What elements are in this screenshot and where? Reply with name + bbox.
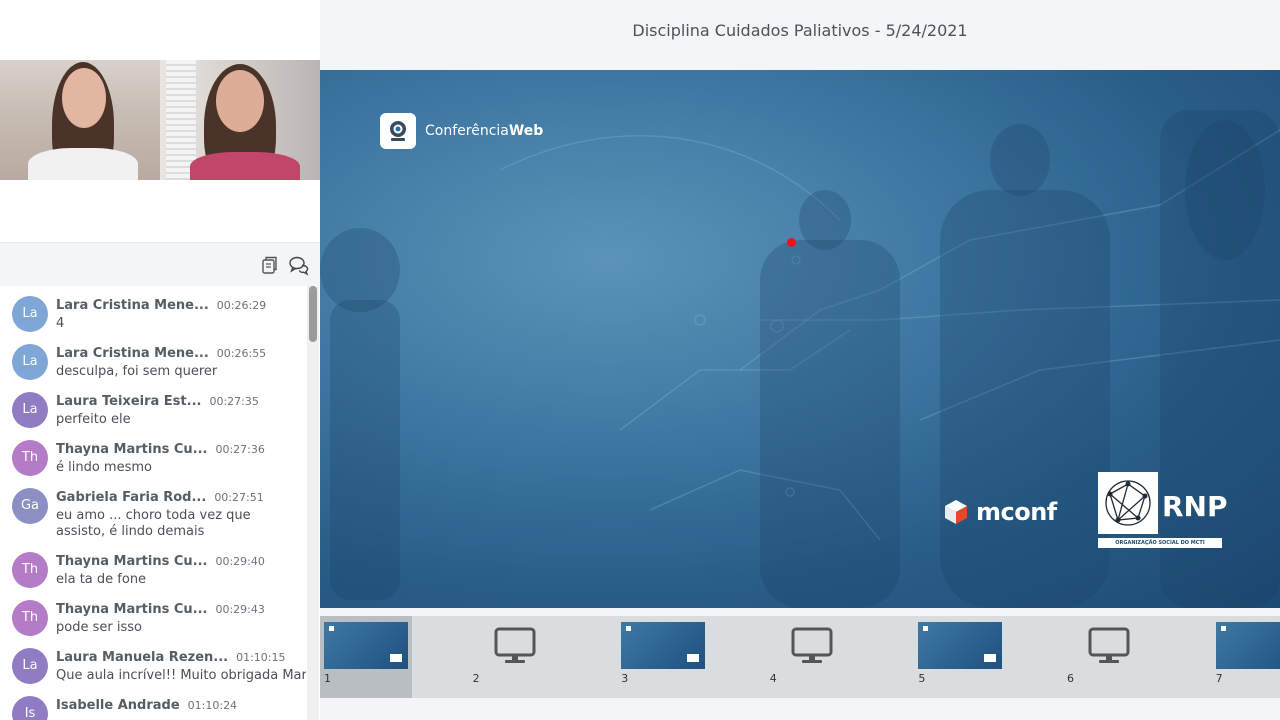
- presenter-pointer: [787, 238, 796, 247]
- slide-number: 5: [918, 672, 926, 685]
- message-timestamp: 00:26:55: [216, 347, 267, 360]
- slide-thumbnail-bar: 1 2 3 4 5 6 7: [320, 616, 1280, 698]
- chat-scrollbar-thumb[interactable]: [309, 286, 317, 342]
- network-globe-icon: [1098, 472, 1158, 534]
- left-panel: La Lara Cristina Mene... 00:26:29 4 La Lara C…: [0, 0, 320, 720]
- rnp-logo: RNP ORGANIZAÇÃO SOCIAL DO MCTI: [1098, 472, 1228, 550]
- message-sender-name: Laura Teixeira Est...: [56, 394, 202, 409]
- webcam-strip: [0, 60, 320, 180]
- presentation-slide[interactable]: ConferênciaWeb mconf RNP ORGANIZAÇÃO SOC…: [320, 70, 1280, 608]
- slide-thumbnail[interactable]: 6: [1063, 616, 1155, 698]
- avatar: La: [12, 392, 48, 428]
- slide-number: 1: [324, 672, 331, 685]
- message-sender-name: Isabelle Andrade: [56, 698, 180, 713]
- message-sender-name: Thayna Martins Cu...: [56, 602, 208, 617]
- slide-thumbnail[interactable]: 2: [469, 616, 561, 698]
- slide-number: 3: [621, 672, 629, 685]
- chat-message: La Laura Teixeira Est... 00:27:35 perfeito …: [0, 382, 306, 430]
- logo-text-web: Web: [508, 123, 544, 139]
- message-sender-name: Thayna Martins Cu...: [56, 442, 208, 457]
- monitor-icon: [473, 622, 557, 669]
- message-timestamp: 00:29:40: [215, 555, 265, 568]
- webcam-video-2[interactable]: [160, 60, 320, 180]
- mconf-logo: mconf: [942, 498, 1057, 526]
- webcam-video-1[interactable]: [0, 60, 160, 180]
- avatar: Th: [12, 440, 48, 476]
- slide-number: 4: [769, 672, 777, 685]
- mconf-text: mconf: [976, 498, 1057, 526]
- avatar: Ga: [12, 488, 48, 524]
- slide-preview-image: [621, 622, 706, 669]
- message-sender-name: Thayna Martins Cu...: [56, 554, 208, 569]
- cube-icon: [945, 500, 967, 524]
- message-timestamp: 01:10:15: [236, 651, 286, 664]
- chat-message: Th Thayna Martins Cu... 00:29:43 pode ser i…: [0, 590, 306, 638]
- left-top-area: [0, 0, 320, 60]
- message-text: ela ta de fone: [56, 572, 147, 587]
- avatar: La: [12, 648, 48, 684]
- copy-icon[interactable]: [258, 254, 280, 276]
- avatar: Th: [12, 552, 48, 588]
- message-text: pode ser isso: [56, 620, 142, 635]
- chat-scrollbar[interactable]: [307, 286, 319, 720]
- presentation-panel: Disciplina Cuidados Paliativos - 5/24/20…: [320, 0, 1280, 720]
- chat-header: [0, 242, 320, 286]
- presenter-area: [0, 180, 320, 242]
- message-text: Que aula incrível!! Muito obrigada Mar: [56, 668, 306, 683]
- message-timestamp: 01:10:24: [187, 699, 238, 712]
- slide-preview-image: [324, 622, 408, 669]
- message-text: assisto, é lindo demais: [56, 524, 205, 539]
- bottom-strip: [320, 698, 1280, 720]
- slide-preview-image: [918, 622, 1003, 669]
- avatar: La: [12, 344, 48, 380]
- slide-number: 2: [472, 672, 480, 685]
- avatar: La: [12, 296, 48, 332]
- message-sender-name: Gabriela Faria Rod...: [56, 490, 207, 505]
- message-text: é lindo mesmo: [56, 460, 152, 475]
- slide-thumbnail[interactable]: 5: [914, 616, 1006, 698]
- message-text: desculpa, foi sem querer: [56, 364, 218, 379]
- logo-text-conferencia: Conferência: [425, 123, 509, 139]
- slide-number: 6: [1067, 672, 1074, 685]
- webcam-logo-icon: [380, 113, 416, 149]
- message-sender-name: Lara Cristina Mene...: [56, 346, 209, 361]
- message-text: perfeito ele: [56, 412, 131, 427]
- message-sender-name: Lara Cristina Mene...: [56, 298, 209, 313]
- chat-message: La Lara Cristina Mene... 00:26:29 4: [0, 286, 306, 334]
- chat-message: La Lara Cristina Mene... 00:26:55 desculpa,…: [0, 334, 306, 382]
- monitor-icon: [1067, 622, 1151, 669]
- conferenciaweb-logo: ConferênciaWeb: [380, 113, 543, 149]
- slide-thumbnail[interactable]: 3: [617, 616, 709, 698]
- message-timestamp: 00:27:51: [214, 491, 264, 504]
- slide-number: 7: [1215, 672, 1223, 685]
- slide-preview-image: [1215, 622, 1280, 669]
- rnp-subtitle: ORGANIZAÇÃO SOCIAL DO MCTI: [1098, 538, 1222, 548]
- rnp-text: RNP: [1162, 490, 1228, 523]
- message-text: eu amo ... choro toda vez que: [56, 508, 251, 523]
- avatar: Th: [12, 600, 48, 636]
- chat-message: Is Isabelle Andrade 01:10:24: [0, 686, 306, 720]
- chat-message: La Laura Manuela Rezen... 01:10:15 Que aula…: [0, 638, 306, 686]
- message-timestamp: 00:29:43: [215, 603, 265, 616]
- chat-message-list[interactable]: La Lara Cristina Mene... 00:26:29 4 La Lara C…: [0, 286, 306, 720]
- chat-message: Th Thayna Martins Cu... 00:27:36 é lindo me…: [0, 430, 306, 478]
- message-timestamp: 00:26:29: [216, 299, 267, 312]
- monitor-icon: [770, 622, 854, 669]
- slide-thumbnail[interactable]: 7: [1212, 616, 1280, 698]
- avatar: Is: [12, 696, 48, 720]
- message-timestamp: 00:27:35: [209, 395, 259, 408]
- slide-thumbnail[interactable]: 4: [766, 616, 858, 698]
- message-timestamp: 00:27:36: [215, 443, 265, 456]
- chat-message: Th Thayna Martins Cu... 00:29:40 ela ta de …: [0, 542, 306, 590]
- chat-message: Ga Gabriela Faria Rod... 00:27:51 eu amo ..…: [0, 478, 306, 542]
- conference-app: La Lara Cristina Mene... 00:26:29 4 La Lara C…: [0, 0, 1280, 720]
- chat-bubbles-icon[interactable]: [288, 254, 310, 276]
- message-text: 4: [56, 316, 65, 331]
- message-sender-name: Laura Manuela Rezen...: [56, 650, 229, 665]
- slide-thumbnail[interactable]: 1: [320, 616, 412, 698]
- meeting-title: Disciplina Cuidados Paliativos - 5/24/20…: [632, 21, 968, 40]
